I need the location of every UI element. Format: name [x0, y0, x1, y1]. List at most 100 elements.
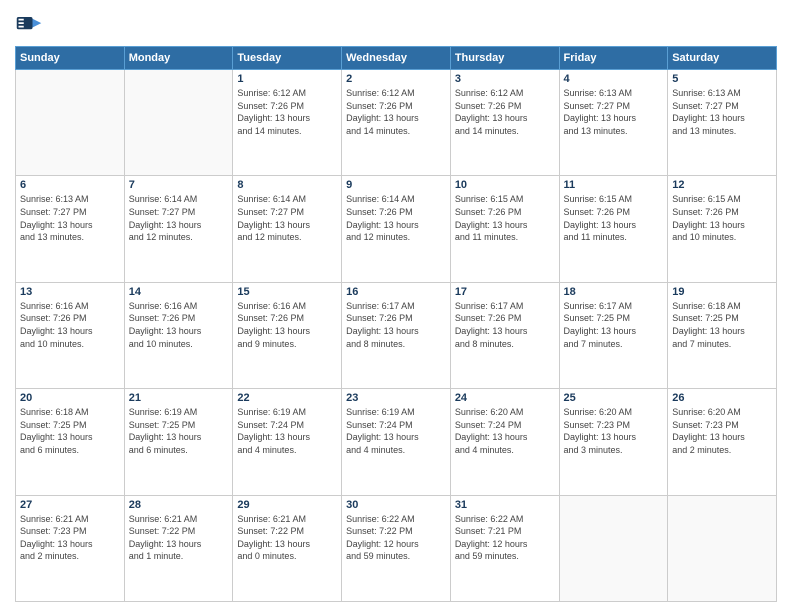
- day-number: 28: [129, 499, 229, 511]
- table-row: 14 Sunrise: 6:16 AM Sunset: 7:26 PM Dayli…: [124, 282, 233, 388]
- table-row: 8 Sunrise: 6:14 AM Sunset: 7:27 PM Daylig…: [233, 176, 342, 282]
- table-row: 22 Sunrise: 6:19 AM Sunset: 7:24 PM Dayli…: [233, 389, 342, 495]
- day-info: Sunrise: 6:20 AM Sunset: 7:23 PM Dayligh…: [564, 406, 664, 456]
- header: [15, 10, 777, 38]
- table-row: 15 Sunrise: 6:16 AM Sunset: 7:26 PM Dayli…: [233, 282, 342, 388]
- table-row: 16Sunrise: 6:17 AM Sunset: 7:26 PM Dayli…: [342, 282, 451, 388]
- day-info: Sunrise: 6:20 AM Sunset: 7:24 PM Dayligh…: [455, 406, 555, 456]
- logo-icon: [15, 10, 43, 38]
- day-info: Sunrise: 6:13 AM Sunset: 7:27 PM Dayligh…: [564, 87, 664, 137]
- day-info: Sunrise: 6:17 AM Sunset: 7:26 PM Dayligh…: [455, 300, 555, 350]
- table-row: 5 Sunrise: 6:13 AM Sunset: 7:27 PM Daylig…: [668, 70, 777, 176]
- table-row: 3 Sunrise: 6:12 AM Sunset: 7:26 PM Daylig…: [450, 70, 559, 176]
- day-number: 23: [346, 392, 446, 404]
- day-number: 18: [564, 286, 664, 298]
- table-row: 17 Sunrise: 6:17 AM Sunset: 7:26 PM Dayli…: [450, 282, 559, 388]
- table-row: 13Sunrise: 6:16 AM Sunset: 7:26 PM Dayli…: [16, 282, 125, 388]
- day-info: Sunrise: 6:12 AM Sunset: 7:26 PM Dayligh…: [455, 87, 555, 137]
- day-info: Sunrise: 6:20 AM Sunset: 7:23 PM Dayligh…: [672, 406, 772, 456]
- day-info: Sunrise: 6:15 AM Sunset: 7:26 PM Dayligh…: [455, 193, 555, 243]
- day-number: 11: [564, 179, 664, 191]
- day-info: Sunrise: 6:19 AM Sunset: 7:25 PM Dayligh…: [129, 406, 229, 456]
- day-info: Sunrise: 6:15 AM Sunset: 7:26 PM Dayligh…: [564, 193, 664, 243]
- table-row: [668, 495, 777, 601]
- day-number: 22: [237, 392, 337, 404]
- day-number: 24: [455, 392, 555, 404]
- logo: [15, 10, 47, 38]
- table-row: 10 Sunrise: 6:15 AM Sunset: 7:26 PM Dayli…: [450, 176, 559, 282]
- day-info: Sunrise: 6:16 AM Sunset: 7:26 PM Dayligh…: [129, 300, 229, 350]
- table-row: 19Sunrise: 6:18 AM Sunset: 7:25 PM Dayli…: [668, 282, 777, 388]
- day-info: Sunrise: 6:17 AM Sunset: 7:25 PM Dayligh…: [564, 300, 664, 350]
- day-number: 16: [346, 286, 446, 298]
- day-info: Sunrise: 6:22 AM Sunset: 7:22 PM Dayligh…: [346, 513, 446, 563]
- day-info: Sunrise: 6:21 AM Sunset: 7:22 PM Dayligh…: [237, 513, 337, 563]
- table-row: 4 Sunrise: 6:13 AM Sunset: 7:27 PM Daylig…: [559, 70, 668, 176]
- day-info: Sunrise: 6:14 AM Sunset: 7:27 PM Dayligh…: [129, 193, 229, 243]
- day-info: Sunrise: 6:15 AM Sunset: 7:26 PM Dayligh…: [672, 193, 772, 243]
- table-row: 23 Sunrise: 6:19 AM Sunset: 7:24 PM Dayli…: [342, 389, 451, 495]
- table-row: 28 Sunrise: 6:21 AM Sunset: 7:22 PM Dayli…: [124, 495, 233, 601]
- day-info: Sunrise: 6:16 AM Sunset: 7:26 PM Dayligh…: [237, 300, 337, 350]
- day-number: 12: [672, 179, 772, 191]
- day-info: Sunrise: 6:21 AM Sunset: 7:22 PM Dayligh…: [129, 513, 229, 563]
- day-info: Sunrise: 6:13 AM Sunset: 7:27 PM Dayligh…: [672, 87, 772, 137]
- calendar-header-row: Sunday Monday Tuesday Wednesday Thursday…: [16, 47, 777, 70]
- day-number: 14: [129, 286, 229, 298]
- col-monday: Monday: [124, 47, 233, 70]
- day-number: 17: [455, 286, 555, 298]
- col-friday: Friday: [559, 47, 668, 70]
- day-number: 27: [20, 499, 120, 511]
- calendar-week-row: 27Sunrise: 6:21 AM Sunset: 7:23 PM Dayli…: [16, 495, 777, 601]
- table-row: 7 Sunrise: 6:14 AM Sunset: 7:27 PM Daylig…: [124, 176, 233, 282]
- calendar-table: Sunday Monday Tuesday Wednesday Thursday…: [15, 46, 777, 602]
- day-number: 30: [346, 499, 446, 511]
- day-number: 8: [237, 179, 337, 191]
- table-row: 21Sunrise: 6:19 AM Sunset: 7:25 PM Dayli…: [124, 389, 233, 495]
- table-row: 26 Sunrise: 6:20 AM Sunset: 7:23 PM Dayli…: [668, 389, 777, 495]
- table-row: 1 Sunrise: 6:12 AM Sunset: 7:26 PM Daylig…: [233, 70, 342, 176]
- table-row: 11 Sunrise: 6:15 AM Sunset: 7:26 PM Dayli…: [559, 176, 668, 282]
- table-row: 30 Sunrise: 6:22 AM Sunset: 7:22 PM Dayli…: [342, 495, 451, 601]
- day-number: 5: [672, 73, 772, 85]
- day-info: Sunrise: 6:19 AM Sunset: 7:24 PM Dayligh…: [237, 406, 337, 456]
- day-number: 26: [672, 392, 772, 404]
- table-row: 25 Sunrise: 6:20 AM Sunset: 7:23 PM Dayli…: [559, 389, 668, 495]
- col-thursday: Thursday: [450, 47, 559, 70]
- day-info: Sunrise: 6:18 AM Sunset: 7:25 PM Dayligh…: [20, 406, 120, 456]
- day-info: Sunrise: 6:22 AM Sunset: 7:21 PM Dayligh…: [455, 513, 555, 563]
- day-number: 4: [564, 73, 664, 85]
- table-row: [124, 70, 233, 176]
- day-number: 10: [455, 179, 555, 191]
- col-sunday: Sunday: [16, 47, 125, 70]
- table-row: 29 Sunrise: 6:21 AM Sunset: 7:22 PM Dayli…: [233, 495, 342, 601]
- table-row: [559, 495, 668, 601]
- day-number: 1: [237, 73, 337, 85]
- col-saturday: Saturday: [668, 47, 777, 70]
- day-number: 2: [346, 73, 446, 85]
- day-number: 31: [455, 499, 555, 511]
- table-row: 2 Sunrise: 6:12 AM Sunset: 7:26 PM Daylig…: [342, 70, 451, 176]
- day-number: 19: [672, 286, 772, 298]
- day-info: Sunrise: 6:14 AM Sunset: 7:26 PM Dayligh…: [346, 193, 446, 243]
- day-number: 29: [237, 499, 337, 511]
- day-info: Sunrise: 6:14 AM Sunset: 7:27 PM Dayligh…: [237, 193, 337, 243]
- calendar-week-row: 6 Sunrise: 6:13 AM Sunset: 7:27 PM Daylig…: [16, 176, 777, 282]
- day-info: Sunrise: 6:13 AM Sunset: 7:27 PM Dayligh…: [20, 193, 120, 243]
- day-info: Sunrise: 6:12 AM Sunset: 7:26 PM Dayligh…: [237, 87, 337, 137]
- day-number: 7: [129, 179, 229, 191]
- day-number: 25: [564, 392, 664, 404]
- calendar-page: Sunday Monday Tuesday Wednesday Thursday…: [0, 0, 792, 612]
- day-number: 20: [20, 392, 120, 404]
- day-number: 3: [455, 73, 555, 85]
- calendar-week-row: 20 Sunrise: 6:18 AM Sunset: 7:25 PM Dayli…: [16, 389, 777, 495]
- table-row: 12 Sunrise: 6:15 AM Sunset: 7:26 PM Dayli…: [668, 176, 777, 282]
- day-info: Sunrise: 6:19 AM Sunset: 7:24 PM Dayligh…: [346, 406, 446, 456]
- table-row: 27Sunrise: 6:21 AM Sunset: 7:23 PM Dayli…: [16, 495, 125, 601]
- day-info: Sunrise: 6:12 AM Sunset: 7:26 PM Dayligh…: [346, 87, 446, 137]
- table-row: [16, 70, 125, 176]
- col-wednesday: Wednesday: [342, 47, 451, 70]
- day-number: 15: [237, 286, 337, 298]
- day-number: 6: [20, 179, 120, 191]
- day-number: 13: [20, 286, 120, 298]
